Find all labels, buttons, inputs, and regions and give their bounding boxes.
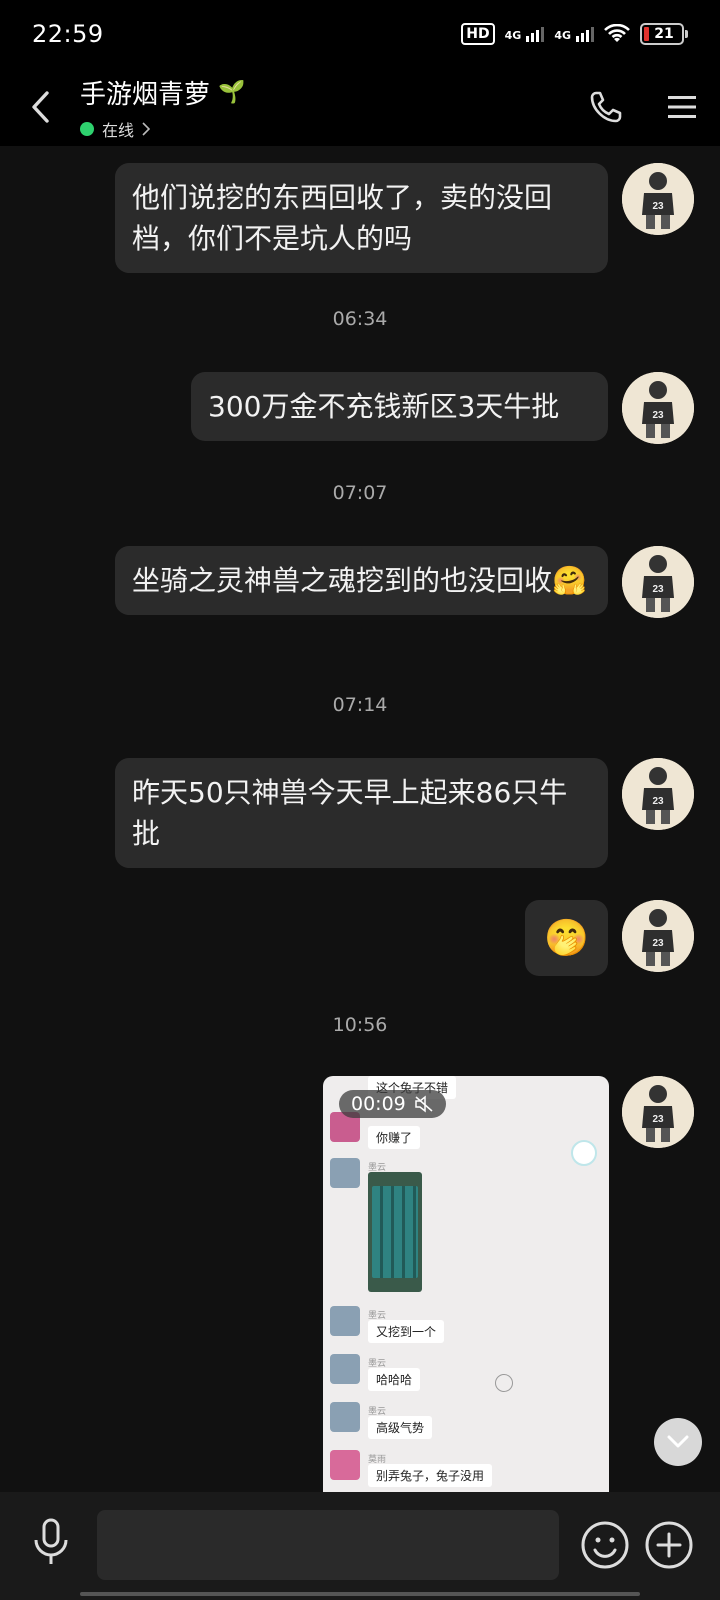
message-text: 昨天50只神兽今天早上起来86只牛批 bbox=[132, 776, 568, 850]
avatar-image: 23 bbox=[622, 372, 694, 444]
sprout-emoji: 🌱 bbox=[218, 79, 246, 105]
network-type-label: 4G bbox=[554, 28, 571, 42]
video-chat-text: 别弄兔子，兔子没用 bbox=[376, 1469, 485, 1483]
signal-icon-sim2: 4G bbox=[554, 26, 594, 42]
avatar[interactable]: 23 bbox=[622, 546, 694, 618]
contact-name: 手游烟青萝 bbox=[80, 79, 211, 110]
contact-info[interactable]: 手游烟青萝 🌱 在线 bbox=[80, 74, 568, 141]
battery-level: 21 bbox=[654, 26, 674, 42]
avatar-image: 23 bbox=[622, 758, 694, 830]
video-chat-line: 哈哈哈 bbox=[368, 1368, 421, 1391]
avatar-image: 23 bbox=[622, 163, 694, 235]
gesture-bar[interactable] bbox=[80, 1592, 640, 1596]
avatar[interactable]: 23 bbox=[622, 900, 694, 972]
phone-icon bbox=[590, 91, 622, 123]
hug-emoji: 🤗 bbox=[552, 564, 587, 597]
message-bubble[interactable]: 300万金不充钱新区3天牛批 bbox=[191, 372, 608, 441]
sticker-bubble[interactable]: 🤭 bbox=[525, 900, 608, 976]
more-button[interactable] bbox=[644, 1520, 694, 1570]
menu-button[interactable] bbox=[644, 68, 720, 146]
status-time: 22:59 bbox=[32, 20, 104, 48]
plus-circle-icon bbox=[645, 1521, 693, 1569]
video-chat-avatar bbox=[330, 1354, 360, 1384]
message-bubble[interactable]: 坐骑之灵神兽之魂挖到的也没回收🤗 bbox=[115, 546, 608, 615]
battery-icon: 21 bbox=[640, 23, 688, 45]
video-chat-avatar bbox=[330, 1450, 360, 1480]
message-bubble[interactable]: 昨天50只神兽今天早上起来86只牛批 bbox=[115, 758, 608, 868]
video-chat-emoji-icon bbox=[571, 1140, 597, 1166]
timestamp: 07:14 bbox=[332, 694, 388, 716]
voice-button[interactable] bbox=[26, 1516, 76, 1570]
message-text: 300万金不充钱新区3天牛批 bbox=[208, 390, 560, 423]
status-icons: HD 4G 4G 21 bbox=[461, 23, 688, 45]
video-chat-line: 你赚了 bbox=[368, 1126, 421, 1149]
video-chat-line: 高级气势 bbox=[368, 1416, 433, 1439]
message-text: 他们说挖的东西回收了，卖的没回档，你们不是坑人的吗 bbox=[132, 181, 553, 255]
message-bubble[interactable]: 他们说挖的东西回收了，卖的没回档，你们不是坑人的吗 bbox=[115, 163, 608, 273]
avatar-image: 23 bbox=[622, 1076, 694, 1148]
video-chat-text: 哈哈哈 bbox=[376, 1373, 413, 1387]
message-input[interactable] bbox=[97, 1510, 559, 1580]
avatar[interactable]: 23 bbox=[622, 372, 694, 444]
microphone-icon bbox=[34, 1518, 68, 1564]
video-chat-text: 又挖到一个 bbox=[376, 1325, 437, 1339]
avatar[interactable]: 23 bbox=[622, 163, 694, 235]
input-bar bbox=[0, 1492, 720, 1600]
muted-speaker-icon bbox=[415, 1095, 433, 1113]
online-indicator bbox=[80, 121, 94, 136]
smiley-icon bbox=[581, 1521, 629, 1569]
svg-text:23: 23 bbox=[652, 410, 664, 421]
video-touch-indicator bbox=[495, 1374, 513, 1392]
svg-text:23: 23 bbox=[652, 201, 664, 212]
video-chat-line: 又挖到一个 bbox=[368, 1320, 445, 1343]
signal-icon-sim1: 4G bbox=[504, 26, 545, 42]
svg-text:23: 23 bbox=[652, 1114, 664, 1125]
emoji-button[interactable] bbox=[580, 1520, 630, 1570]
video-chat-avatar bbox=[330, 1402, 360, 1432]
hd-voice-icon: HD bbox=[461, 23, 495, 45]
chevron-left-icon bbox=[32, 91, 49, 123]
chevron-down-icon bbox=[667, 1435, 689, 1448]
timestamp: 10:56 bbox=[332, 1014, 388, 1036]
menu-icon bbox=[668, 96, 696, 118]
video-chat-text: 你赚了 bbox=[376, 1131, 413, 1145]
avatar-image: 23 bbox=[622, 900, 694, 972]
call-button[interactable] bbox=[568, 68, 644, 146]
video-chat-avatar bbox=[330, 1306, 360, 1336]
video-duration: 00:09 bbox=[351, 1093, 406, 1115]
wifi-icon bbox=[604, 24, 630, 42]
status-bar: 22:59 HD 4G 4G 21 bbox=[0, 0, 720, 68]
video-message[interactable]: 这个兔子不错 你赚了 墨云 墨云 又挖到一个 墨云 哈哈哈 墨云 高级气势 莫雨… bbox=[323, 1076, 609, 1492]
timestamp: 07:07 bbox=[332, 482, 388, 504]
chat-header: 手游烟青萝 🌱 在线 bbox=[0, 68, 720, 146]
avatar-image: 23 bbox=[622, 546, 694, 618]
avatar[interactable]: 23 bbox=[622, 1076, 694, 1148]
video-chat-game-screenshot bbox=[368, 1172, 422, 1292]
online-status-label: 在线 bbox=[102, 120, 135, 140]
timestamp: 06:34 bbox=[332, 308, 388, 330]
video-chat-avatar bbox=[330, 1158, 360, 1188]
video-chat-line: 别弄兔子，兔子没用 bbox=[368, 1464, 493, 1487]
message-text: 坐骑之灵神兽之魂挖到的也没回收 bbox=[132, 564, 553, 597]
avatar[interactable]: 23 bbox=[622, 758, 694, 830]
video-chat-text: 高级气势 bbox=[376, 1421, 425, 1435]
video-duration-badge: 00:09 bbox=[339, 1090, 446, 1118]
svg-text:23: 23 bbox=[652, 796, 664, 807]
online-status[interactable]: 在线 bbox=[80, 117, 568, 141]
svg-text:23: 23 bbox=[652, 938, 664, 949]
scroll-to-bottom-button[interactable] bbox=[654, 1418, 702, 1466]
network-type-label: 4G bbox=[504, 28, 522, 42]
svg-text:23: 23 bbox=[652, 584, 664, 595]
shy-emoji: 🤭 bbox=[544, 917, 589, 959]
back-button[interactable] bbox=[0, 68, 80, 146]
chevron-right-icon bbox=[142, 121, 151, 136]
